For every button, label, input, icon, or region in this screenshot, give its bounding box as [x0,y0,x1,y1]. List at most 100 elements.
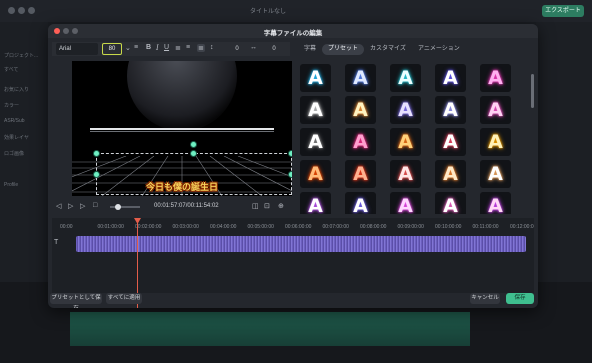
resize-handle[interactable] [190,150,197,157]
preset-tile[interactable]: A [480,96,511,124]
align-justify-icon[interactable]: ≣ [197,44,205,52]
window-dot-icon [28,7,35,14]
ruler-tick-label: 00:06:00:00 [285,224,312,230]
background-left-panel: プロジェクト... すべて お気に入り カラー ASR/Sub 効果レイヤ ロゴ… [0,22,48,282]
align-left-icon[interactable]: ≣ [175,44,181,52]
preset-tile[interactable]: A [480,192,511,214]
window-dot-icon [18,7,25,14]
font-size-input[interactable]: 80 [102,43,122,55]
background-left-item: ASR/Sub [4,118,25,124]
preset-tile[interactable]: A [435,96,466,124]
save-as-preset-button[interactable]: プリセットとして保存 [50,293,102,308]
preset-tile[interactable]: A [435,64,466,92]
save-button[interactable]: 保存 [506,293,534,304]
ruler-tick-label: 00:03:00:00 [172,224,199,230]
ruler-tick-label: 00:12:00:0 [510,224,534,230]
preset-tile[interactable]: A [435,192,466,214]
preset-tile[interactable]: A [390,192,421,214]
fullscreen-icon[interactable]: ⊡ [264,202,270,210]
font-size-stepper-icon[interactable]: ⌄ [125,44,131,52]
preset-tile[interactable]: A [300,160,331,188]
preset-tile[interactable]: A [480,128,511,156]
preset-tile[interactable]: A [345,192,376,214]
background-left-item: すべて [4,67,19,73]
play-icon[interactable]: ▷ [68,202,73,210]
preset-tile[interactable]: A [345,64,376,92]
tab-customize[interactable]: カスタマイズ [364,44,412,55]
background-left-item: 効果レイヤ [4,135,29,141]
export-button[interactable]: エクスポート [542,5,584,17]
background-left-item: プロジェクト... [4,53,39,59]
dialog-title: 字幕ファイルの編集 [263,30,323,37]
preset-tile[interactable]: A [390,160,421,188]
playback-controls: ◁ ▷ ▷ □ 00:01:57:07/00:11:54:02 ◫ ⊡ ⊕ [52,200,292,214]
dialog-titlebar: 字幕ファイルの編集 [48,24,538,38]
bold-icon[interactable]: B [146,44,151,51]
background-right-panel [536,22,592,282]
preset-tile[interactable]: A [435,128,466,156]
tab-presets[interactable]: プリセット [322,44,365,55]
preset-scrollbar[interactable] [531,74,534,108]
font-family-select[interactable]: Arial [56,43,98,55]
background-left-item: Profile [4,182,19,188]
preset-tile[interactable]: A [390,128,421,156]
prev-frame-icon[interactable]: ◁ [56,202,61,210]
preset-tile[interactable]: A [345,160,376,188]
video-preview[interactable]: 今日も僕の誕生日 [72,61,292,196]
preset-tile[interactable]: A [300,128,331,156]
caption-text[interactable]: 今日も僕の誕生日 [72,180,292,193]
preset-tile[interactable]: A [345,96,376,124]
align-center-icon[interactable]: ≡ [186,44,190,51]
subtitle-edit-dialog: 字幕ファイルの編集 Arial 80 ⌄ ≡ B I U ≣ ≡ ≣ ↕ 0 ↔… [48,24,538,308]
preset-tile[interactable]: A [480,160,511,188]
volume-slider-knob[interactable] [115,204,121,210]
apply-to-all-button[interactable]: すべてに適用 [106,293,142,304]
line-height-value[interactable]: 0 [229,43,245,55]
background-window-title: タイトルなし [250,9,287,15]
preset-tile[interactable]: A [480,64,511,92]
background-left-item: ロゴ画像 [4,151,25,157]
cancel-button[interactable]: キャンセル [470,293,500,304]
ruler-tick-label: 00:04:00:00 [210,224,237,230]
preset-tile[interactable]: A [300,96,331,124]
line-spacing-icon[interactable]: ≡ [134,44,138,51]
window-dot-icon [8,7,15,14]
background-left-item: カラー [4,103,20,109]
text-track-icon: T [54,239,59,246]
italic-icon[interactable]: I [156,44,159,52]
resize-handle[interactable] [288,150,292,157]
style-tabs: 字幕 プリセット カスタマイズ アニメーション [298,44,528,56]
line-height-icon[interactable]: ↕ [210,44,214,51]
preset-tile[interactable]: A [300,64,331,92]
rotate-handle[interactable] [190,141,197,148]
resize-handle[interactable] [93,150,100,157]
next-frame-icon[interactable]: ▷ [80,202,85,210]
stop-icon[interactable]: □ [93,202,97,209]
preset-tile[interactable]: A [300,192,331,214]
horizon-line [90,128,274,130]
preset-tile[interactable]: A [390,96,421,124]
add-icon[interactable]: ⊕ [278,202,284,210]
snapshot-icon[interactable]: ◫ [252,202,259,210]
ruler-tick-label: 00:10:00:00 [435,224,462,230]
resize-handle[interactable] [288,171,292,178]
horizon-line [90,131,274,132]
letter-spacing-value[interactable]: 0 [266,43,282,55]
ruler-tick-label: 00:07:00:00 [322,224,349,230]
timeline-ruler[interactable]: 00:00 00:01:00:00 00:02:00:00 00:03:00:00 00… [58,224,534,234]
letter-spacing-icon[interactable]: ↔ [250,44,257,51]
preset-tile[interactable]: A [345,128,376,156]
timecode: 00:01:57:07/00:11:54:02 [154,203,219,209]
tab-subtitle[interactable]: 字幕 [298,44,322,55]
preset-tile[interactable]: A [435,160,466,188]
ruler-tick-label: 00:01:00:00 [97,224,124,230]
planet-image [127,61,237,131]
preset-tile[interactable]: A [390,64,421,92]
background-left-item: お気に入り [4,87,30,93]
text-format-toolbar: Arial 80 ⌄ ≡ B I U ≣ ≡ ≣ ↕ 0 ↔ 0 [52,42,290,56]
subtitle-track[interactable] [76,236,526,252]
resize-handle[interactable] [93,171,100,178]
ruler-tick-label: 00:00 [60,224,73,230]
underline-icon[interactable]: U [164,44,169,51]
tab-animation[interactable]: アニメーション [412,44,466,55]
